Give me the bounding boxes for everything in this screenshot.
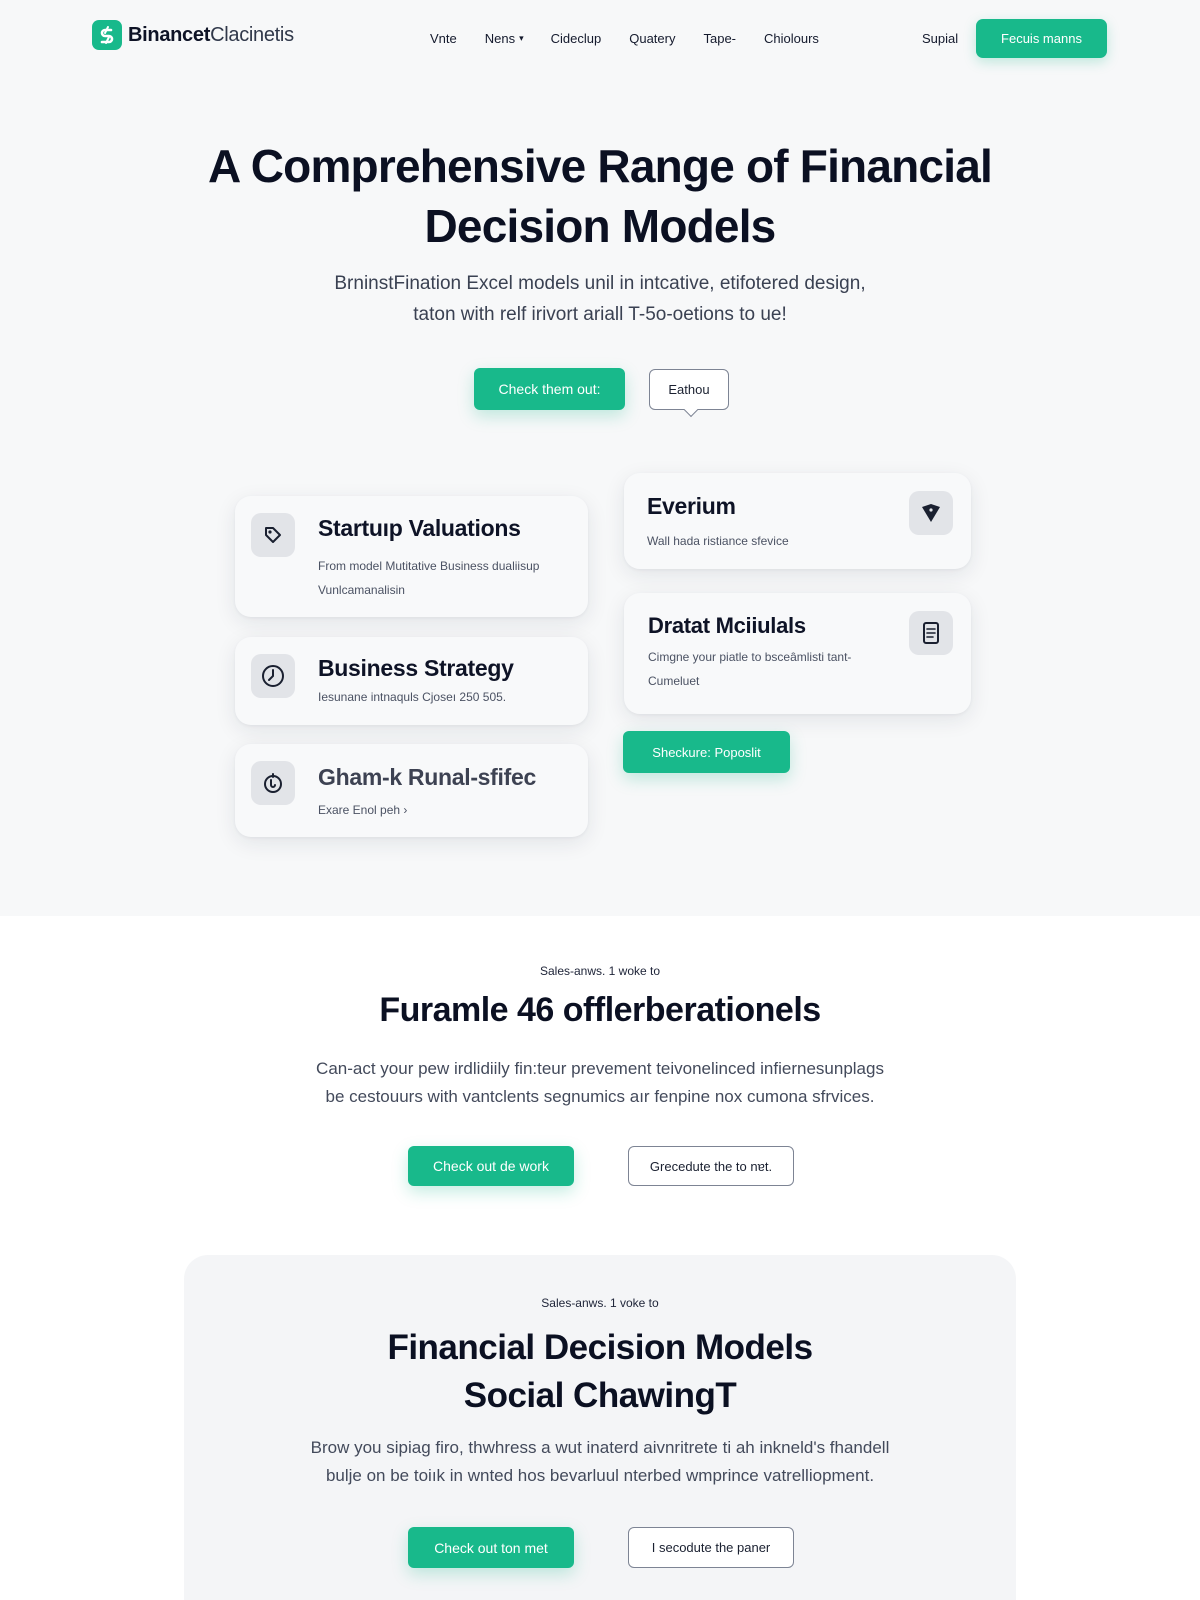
tooltip-pointer	[683, 402, 699, 418]
card-startup-valuations[interactable]: Startuıp Valuations From model Mutitativ…	[235, 496, 588, 617]
section-3-text-line-2: bulje on be toiık in wnted hos bevarluul…	[325, 1466, 875, 1485]
nav-link-nens-label: Nens	[484, 31, 516, 46]
section-3-text-line-1: Brow you sipiag firo, thwhress a wut ina…	[310, 1438, 890, 1457]
nav-link-tape[interactable]: Tape-	[703, 31, 736, 46]
brand-name-bold: Binancet	[128, 23, 211, 46]
nav-link-nens[interactable]: Nens ▾	[485, 31, 524, 46]
card-everium[interactable]: Everium Wall hada ristiance sfevice	[624, 473, 971, 569]
hand-coin-icon	[251, 761, 295, 805]
hero-subtitle-line-1: BrninstFination Excel models unil in int…	[334, 273, 866, 294]
hero-secondary-label: Eathou	[668, 382, 710, 397]
card-business-strategy[interactable]: Business Strategy Iesunane intnaquls Cjo…	[235, 637, 588, 725]
card-dratat-mciiulals[interactable]: Dratat Mciiulals Cimgne your piatle to b…	[624, 593, 971, 714]
cards-cta-button[interactable]: Sheckure: Poposlit	[623, 731, 790, 773]
hero-secondary-button[interactable]: Eathou	[649, 369, 729, 418]
card-description: Cimgne your piatle to bsceâmlisti tant- …	[648, 650, 852, 688]
section-3-text: Brow you sipiag firo, thwhress a wut ina…	[250, 1434, 950, 1490]
tag-icon	[251, 513, 295, 557]
signin-link[interactable]: Supial	[922, 31, 958, 46]
dollar-s-icon	[92, 20, 122, 50]
nav-link-chiolours[interactable]: Chiolours	[764, 31, 819, 46]
section-3-title-line-2: Social ChawingT	[463, 1376, 737, 1415]
card-title: Business Strategy	[318, 655, 514, 681]
section-3-eyebrow: Sales-anws. 1 voke to	[541, 1296, 659, 1310]
section-3-primary-button[interactable]: Check out ton met	[408, 1527, 574, 1568]
card-description: Iesunane intnaquls Cjoseı 250 505.	[318, 690, 507, 704]
shield-drop-icon	[909, 491, 953, 535]
hero-title: A Comprehensive Range of Financial Decis…	[208, 140, 993, 252]
card-description: From model Mutitative Business dualiisup…	[318, 559, 540, 597]
section-2-eyebrow: Sales-anws. 1 woke to	[539, 964, 661, 978]
section-3-title: Financial Decision Models Social Chawing…	[250, 1324, 950, 1420]
card-title: Gham-k Runal-sfifec	[318, 764, 536, 790]
hero-subtitle: BrninstFination Excel models unil in int…	[250, 268, 950, 330]
brand-logo[interactable]: BinancetClacinetis	[92, 20, 294, 50]
card-gham-runal[interactable]: Gham-k Runal-sfifec Exare Enol peh ›	[235, 744, 588, 837]
clock-icon	[251, 654, 295, 698]
brand-name-light: Clacinetis	[210, 23, 294, 46]
section-2-secondary-button[interactable]: Grecedute the to nɐt.	[628, 1146, 794, 1186]
card-title: Dratat Mciiulals	[648, 613, 806, 638]
nav-links: Vnte Nens ▾ Cideclup Quatery Tape- Chiol…	[430, 31, 847, 46]
section-2-text-line-2: be cestouurs with vantclents segnumics a…	[325, 1087, 875, 1106]
chevron-down-icon: ▾	[519, 33, 524, 43]
section-2-title: Furamle 46 offlerberationels	[379, 991, 821, 1029]
section-3-secondary-button[interactable]: I secodute the paner	[628, 1527, 794, 1568]
card-description: Wall hada ristiance sfevice	[647, 534, 789, 548]
section-3-title-line-1: Financial Decision Models	[387, 1328, 813, 1367]
document-icon	[909, 611, 953, 655]
section-2-text-line-1: Can-act your pew irdlidiily fin:teur pre…	[316, 1059, 884, 1078]
hero-primary-button[interactable]: Check them out:	[474, 368, 625, 410]
card-title: Everium	[647, 493, 736, 519]
card-title: Startuıp Valuations	[318, 515, 521, 541]
nav-link-cideclup[interactable]: Cideclup	[551, 31, 602, 46]
nav-link-quatery[interactable]: Quatery	[629, 31, 675, 46]
brand-name: BinancetClacinetis	[128, 24, 294, 47]
nav-link-vnte[interactable]: Vnte	[430, 31, 457, 46]
section-2-text: Can-act your pew irdlidiily fin:teur pre…	[250, 1055, 950, 1111]
hero-subtitle-line-2: taton with relf irivort ariall T-5o-oeti…	[413, 304, 787, 325]
top-nav: BinancetClacinetis Vnte Nens ▾ Cideclup …	[0, 0, 1200, 78]
nav-cta-button[interactable]: Fecuis manns	[976, 19, 1107, 58]
section-2-primary-button[interactable]: Check out de work	[408, 1146, 574, 1186]
card-description: Exare Enol peh ›	[318, 803, 408, 817]
